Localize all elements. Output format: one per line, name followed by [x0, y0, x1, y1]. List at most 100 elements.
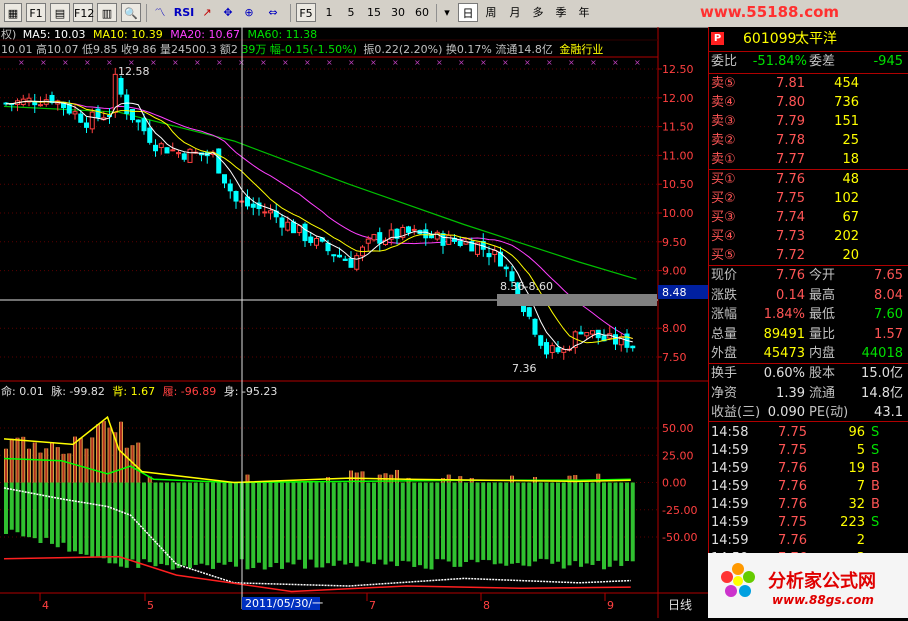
price-tick: 9.50: [662, 236, 687, 249]
bid-row[interactable]: 买⑤ 7.72 20: [709, 247, 908, 265]
tick-row: 14:59 7.76 2: [709, 532, 908, 550]
indicator-bar-pos-inner: [125, 447, 128, 483]
indicator-panel: [3, 415, 635, 593]
level-label: 卖③: [711, 114, 736, 129]
period-30[interactable]: 30: [388, 3, 408, 22]
tick-price: 7.75: [778, 443, 807, 458]
period-season[interactable]: 季: [552, 3, 570, 22]
ask-row[interactable]: 卖⑤ 7.81 454: [709, 75, 908, 93]
price-band: [497, 294, 657, 306]
ma10-line: [6, 100, 633, 344]
weibi-value: -51.84%: [752, 54, 807, 69]
price-tick: 11.50: [662, 121, 694, 134]
signal-marker: ×: [480, 58, 487, 67]
logo-title: 分析家公式网: [768, 571, 876, 592]
quote-header: P 601099 太平洋: [709, 30, 908, 48]
bid-row[interactable]: 买② 7.75 102: [709, 190, 908, 208]
candle-body: [584, 332, 590, 337]
stat-row: 换手 0.60% 股本 15.0亿: [709, 365, 908, 383]
toolbar-icon-grid[interactable]: ▤: [50, 3, 70, 22]
stat-row: 外盘 45473 内盘 44018: [709, 345, 908, 363]
indicator-bar-neg: [487, 482, 491, 561]
indicator-bar-neg: [78, 482, 83, 555]
indicator-bar-pos-inner: [5, 448, 7, 483]
level-label: 卖②: [711, 133, 736, 148]
ask-row[interactable]: 卖④ 7.80 736: [709, 94, 908, 112]
period-day[interactable]: 日: [458, 3, 478, 22]
candle-body: [544, 342, 549, 355]
level-volume: 18: [842, 152, 859, 167]
shrink-icon[interactable]: ⇔: [264, 3, 282, 22]
period-label[interactable]: 日线: [668, 598, 692, 612]
chart-icon[interactable]: 〽: [151, 3, 169, 22]
toolbar: ▦ F1 ▤ F12 ▥ 🔍 〽 RSI ↗ ✥ ⊕ ⇔ F5 1 5 15 3…: [0, 0, 908, 28]
move-icon[interactable]: ✥: [220, 3, 236, 22]
level-price: 7.79: [776, 114, 805, 129]
indicator-tick: 0.00: [662, 477, 687, 490]
indicator-bar-neg: [573, 482, 578, 562]
indicator-bar-neg: [130, 482, 135, 560]
period-year[interactable]: 年: [575, 3, 593, 22]
rsi-button[interactable]: RSI: [173, 3, 195, 22]
bid-row[interactable]: 买③ 7.74 67: [709, 209, 908, 227]
indicator-tick: 50.00: [662, 422, 694, 435]
kline-chart[interactable]: 12.50 12.00 11.50 11.00 10.50 10.00 9.50 9.00 8.…: [0, 27, 708, 618]
arrow-icon[interactable]: ↗: [199, 3, 215, 22]
bid-row[interactable]: 买④ 7.73 202: [709, 228, 908, 246]
level-price: 7.73: [776, 229, 805, 244]
signal-marker: ×: [370, 58, 377, 67]
level-volume: 202: [834, 229, 859, 244]
level-price: 7.72: [776, 248, 805, 263]
level-price: 7.75: [776, 191, 805, 206]
indicator-bar-neg: [360, 482, 365, 562]
indicator-bar-neg: [619, 482, 624, 566]
period-week[interactable]: 周: [482, 3, 500, 22]
toolbar-f5[interactable]: F5: [296, 3, 316, 22]
indicator-bar-neg: [182, 482, 187, 566]
candle-body: [348, 257, 354, 268]
site-logo: 分析家公式网 www.88gs.com: [708, 553, 908, 618]
indicator-bar-neg: [579, 482, 583, 567]
period-60[interactable]: 60: [412, 3, 432, 22]
zoom-in-icon[interactable]: ⊕: [241, 3, 257, 22]
bid-row[interactable]: 买① 7.76 48: [709, 171, 908, 189]
indicator-bar-neg: [199, 482, 204, 564]
price-tick: 7.50: [662, 351, 687, 364]
indicator-bar-pos-inner: [97, 424, 99, 483]
ask-row[interactable]: 卖② 7.78 25: [709, 132, 908, 150]
indicator-bar-neg: [280, 482, 284, 569]
period-15[interactable]: 15: [364, 3, 384, 22]
tick-side: S: [871, 443, 880, 458]
signal-marker: ×: [568, 58, 575, 67]
indicator-bar-neg: [188, 482, 192, 569]
indicator-bar-neg: [245, 482, 250, 570]
toolbar-icon-table[interactable]: ▥: [97, 3, 117, 22]
period-5[interactable]: 5: [344, 3, 358, 22]
candle-body: [164, 147, 170, 154]
indicator-bar-neg: [349, 482, 353, 563]
toolbar-icon-1[interactable]: ▦: [4, 3, 22, 22]
ask-row[interactable]: 卖③ 7.79 151: [709, 113, 908, 131]
level-price: 7.78: [776, 133, 805, 148]
stat-label-1: 总量: [711, 326, 738, 342]
signal-marker: ×: [84, 58, 91, 67]
stat-label-1: 现价: [711, 268, 738, 283]
search-icon[interactable]: 🔍: [121, 3, 141, 22]
indicator-bar-neg: [538, 482, 543, 559]
period-1[interactable]: 1: [322, 3, 336, 22]
period-multi[interactable]: 多: [529, 3, 547, 22]
toolbar-icon-f1[interactable]: F1: [26, 3, 46, 22]
quote-panel: P 601099 太平洋 委比 -51.84% 委差 -945 卖⑤ 7.81 45…: [708, 27, 908, 618]
toolbar-icon-f12[interactable]: F12: [73, 3, 94, 22]
indicator-bar-neg: [481, 482, 486, 560]
date-box-text: 2011/05/30/一: [245, 597, 323, 610]
ask-row[interactable]: 卖① 7.77 18: [709, 151, 908, 169]
indicator-bar-pos-inner: [28, 448, 30, 483]
indicator-bar-neg: [107, 482, 112, 564]
period-month[interactable]: 月: [506, 3, 524, 22]
date-tick: 5: [147, 599, 154, 612]
candle-body: [262, 211, 268, 214]
tick-volume: 5: [856, 443, 865, 458]
period-more-icon[interactable]: ▾: [440, 3, 454, 22]
indicator-bar-neg: [50, 482, 54, 544]
